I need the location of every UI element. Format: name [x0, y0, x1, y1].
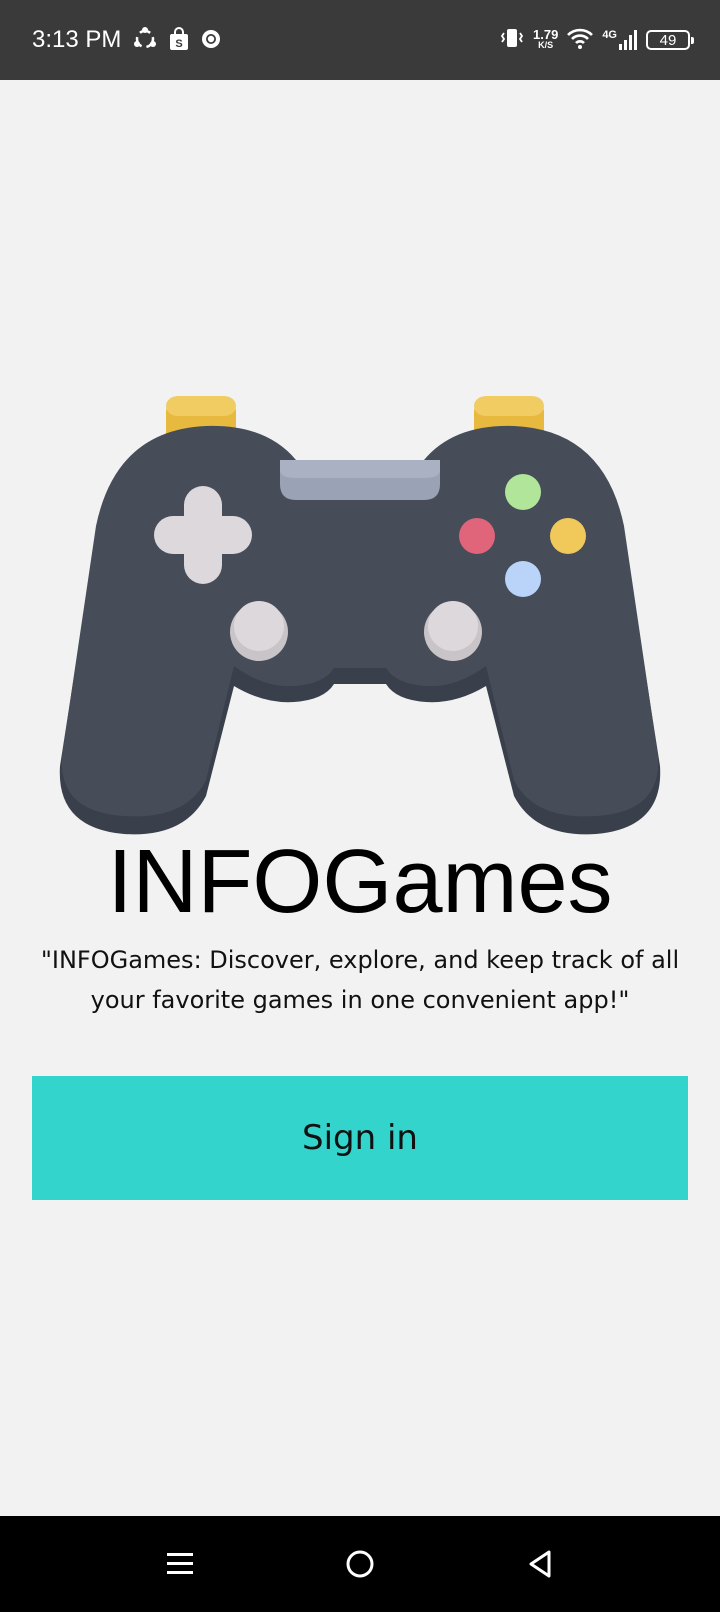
chrome-icon	[200, 28, 222, 54]
signal-icon: 4G	[602, 29, 638, 51]
sync-icon	[132, 26, 158, 56]
status-time: 3:13 PM	[32, 26, 122, 53]
app-tagline: "INFOGames: Discover, explore, and keep …	[40, 946, 680, 1014]
menu-icon[interactable]	[156, 1540, 204, 1588]
status-system-icons: 1.79 K/S 4G 49	[499, 24, 694, 56]
button-red	[459, 518, 495, 554]
wifi-icon	[566, 26, 594, 54]
button-yellow	[550, 518, 586, 554]
status-notification-icons: S	[132, 26, 222, 56]
button-blue	[505, 561, 541, 597]
sign-in-label: Sign in	[302, 1118, 418, 1158]
dpad-horizontal	[154, 516, 252, 554]
button-green	[505, 474, 541, 510]
battery-level: 49	[659, 31, 677, 49]
left-stick-top	[234, 601, 284, 651]
network-speed: 1.79 K/S	[533, 27, 559, 51]
status-bar: 3:13 PM S 1.79 K/S 4G 49	[0, 0, 720, 80]
vibrate-icon	[499, 25, 525, 55]
home-icon[interactable]	[336, 1540, 384, 1588]
right-trigger-highlight	[474, 396, 544, 416]
back-icon[interactable]	[516, 1540, 564, 1588]
right-stick-top	[428, 601, 478, 651]
network-type: 4G	[602, 29, 617, 41]
app-title: INFOGames	[107, 832, 613, 932]
left-trigger-highlight	[166, 396, 236, 416]
navigation-bar	[0, 1516, 720, 1612]
battery-icon: 49	[646, 30, 694, 50]
shopping-bag-icon: S	[168, 27, 190, 55]
svg-text:S: S	[175, 38, 182, 50]
game-controller-icon	[56, 396, 664, 846]
network-speed-unit: K/S	[538, 40, 554, 50]
network-speed-value: 1.79	[533, 27, 559, 42]
sign-in-button[interactable]: Sign in	[32, 1076, 688, 1200]
